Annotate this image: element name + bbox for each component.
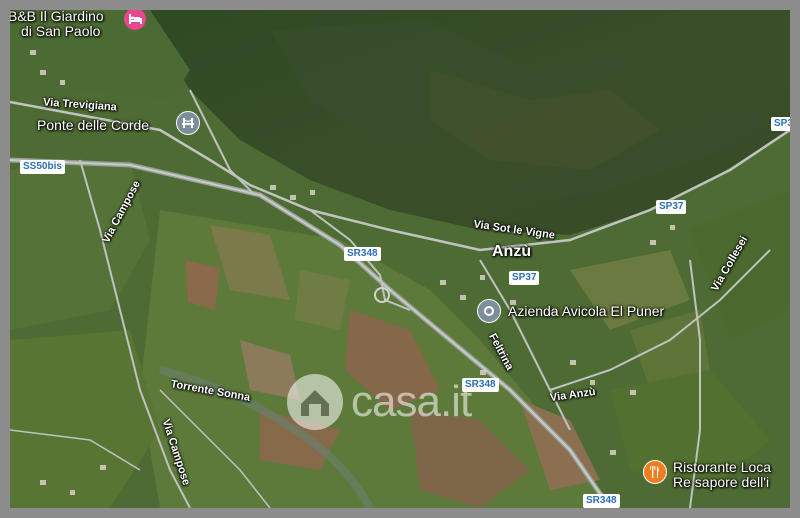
place-pin-icon[interactable] [477, 299, 501, 323]
ristorante-label[interactable]: Ristorante Loca Re sapore dell'i [673, 460, 771, 489]
watermark-text: casa.it [351, 377, 472, 426]
ristorante-label-line2: Re sapore dell'i [673, 473, 770, 490]
map-frame: B&B Il Giardino di San Paolo Via Trevigi… [0, 0, 800, 518]
bnb-label-line2: di San Paolo [21, 22, 101, 39]
casa-it-watermark: casa.it [285, 372, 472, 432]
restaurant-icon[interactable] [643, 460, 667, 484]
road-shield-sp37-b: SP37 [656, 200, 687, 214]
road-shield-sp37-a: SP37 [509, 271, 540, 285]
bnb-label[interactable]: B&B Il Giardino di San Paolo [10, 10, 104, 38]
town-label-anzu[interactable]: Anzù [492, 243, 531, 261]
satellite-map[interactable]: B&B Il Giardino di San Paolo Via Trevigi… [10, 10, 790, 508]
ponte-label[interactable]: Ponte delle Corde [37, 118, 149, 133]
casa-it-logo [287, 374, 343, 430]
road-shield-ss50bis: SS50bis [20, 160, 65, 174]
road-shield-sr348-a: SR348 [344, 247, 381, 261]
road-shield-sp37-c: SP3 [771, 117, 790, 131]
ristorante-label-line1: Ristorante Loca [673, 459, 772, 475]
satellite-imagery [10, 10, 790, 508]
azienda-label[interactable]: Azienda Avicola El Puner [508, 304, 664, 319]
bnb-label-line1: B&B Il Giardino [10, 10, 104, 24]
road-shield-sr348-c: SR348 [583, 494, 620, 508]
bridge-icon[interactable] [176, 111, 200, 135]
